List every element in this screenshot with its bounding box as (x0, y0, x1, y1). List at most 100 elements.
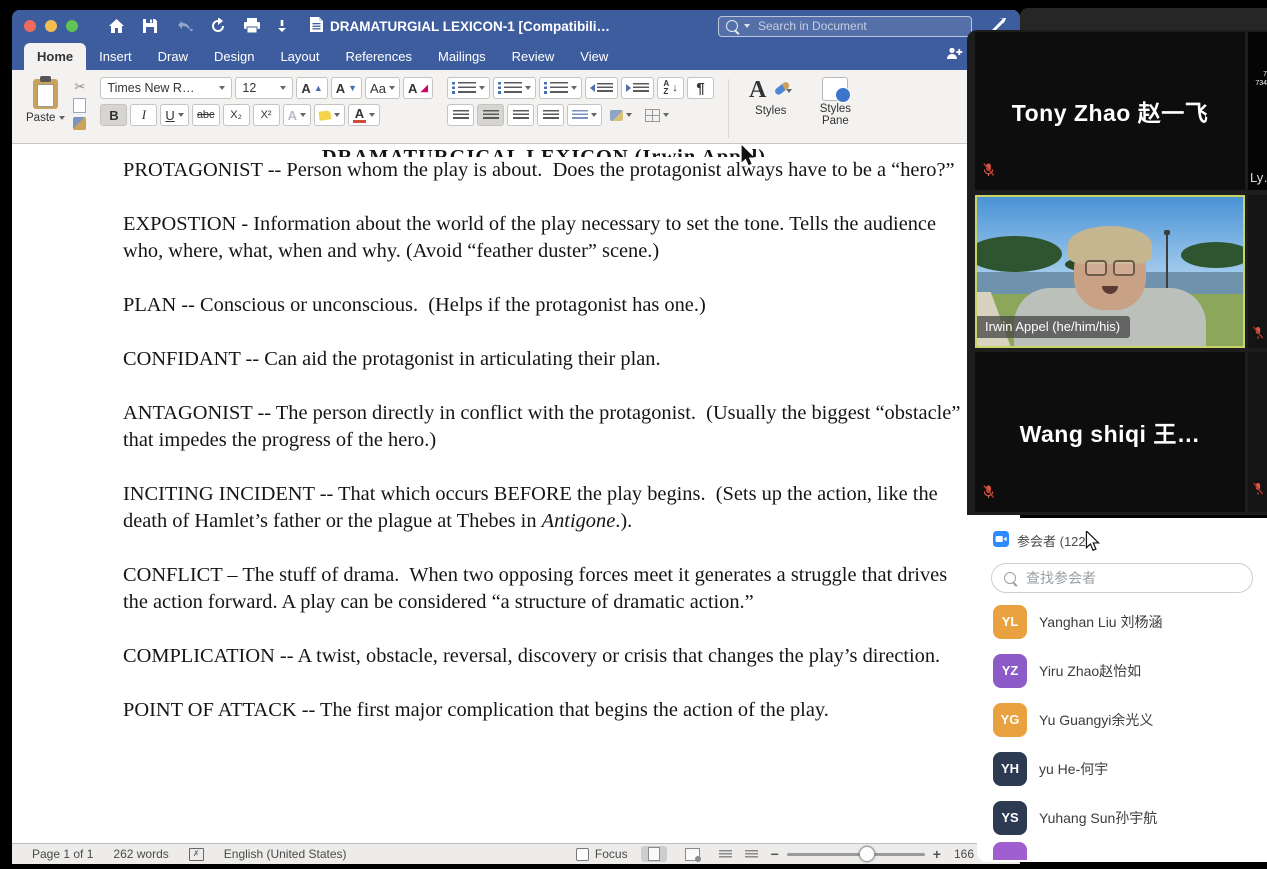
home-icon[interactable] (108, 18, 125, 34)
shading-button[interactable] (605, 104, 637, 126)
focus-button[interactable]: Focus (575, 847, 628, 861)
borders-button[interactable] (640, 104, 674, 126)
draft-view-icon[interactable] (744, 849, 758, 859)
ribbon-tab[interactable]: Review (499, 43, 568, 70)
bullets-button[interactable] (447, 77, 491, 99)
participants-panel: 参会者 (122) YL Yanghan Liu 刘杨涵 YZ Yiru Zha… (977, 518, 1267, 862)
web-layout-view-button[interactable] (680, 846, 706, 862)
highlight-button[interactable] (313, 104, 345, 126)
grow-font-button[interactable]: A ▲ (296, 77, 328, 99)
participants-header: 参会者 (122) (977, 518, 1267, 554)
word-count[interactable]: 262 words (113, 847, 168, 861)
video-tile-tony[interactable]: Tony Zhao 赵一飞 (975, 32, 1245, 190)
cut-icon[interactable]: ✂ (74, 80, 85, 94)
fullscreen-button[interactable] (66, 20, 78, 32)
strikethrough-button[interactable]: abc (191, 104, 220, 126)
ribbon-tab[interactable]: Design (201, 43, 267, 70)
ribbon-tab[interactable]: Draw (145, 43, 201, 70)
search-input[interactable] (756, 18, 964, 34)
participant-list: YL Yanghan Liu 刘杨涵 YZ Yiru Zhao赵怡如 YG Yu… (977, 597, 1267, 842)
participant-row[interactable]: YZ Yiru Zhao赵怡如 (977, 646, 1267, 695)
numbering-button[interactable] (493, 77, 537, 99)
underline-button[interactable]: U (160, 104, 189, 126)
avatar: YS (993, 800, 1027, 835)
document-paragraph: EXPOSTION - Information about the world … (123, 213, 937, 262)
italic-button[interactable]: I (130, 104, 158, 126)
redo-icon[interactable] (210, 18, 226, 34)
print-icon[interactable] (243, 18, 261, 34)
justify-button[interactable] (537, 104, 565, 126)
zoom-percentage[interactable]: 166 (954, 847, 974, 861)
decrease-indent-button[interactable] (585, 77, 619, 99)
ribbon-tab[interactable]: Layout (267, 43, 332, 70)
clear-formatting-button[interactable]: A ◢ (402, 77, 434, 99)
paste-button[interactable]: Paste (26, 76, 66, 140)
video-tile-wang[interactable]: Wang shiqi 王… (975, 352, 1245, 512)
save-icon[interactable] (142, 18, 158, 34)
align-center-button[interactable] (477, 104, 505, 126)
show-paragraph-marks-button[interactable]: ¶ (687, 77, 715, 99)
participant-row[interactable]: YL Yanghan Liu 刘杨涵 (977, 597, 1267, 646)
outline-view-icon[interactable] (718, 849, 732, 859)
participant-search-input[interactable] (1024, 569, 1240, 587)
language-indicator[interactable]: English (United States) (224, 847, 347, 861)
participant-name: Yu Guangyi余光义 (1039, 711, 1154, 728)
line-spacing-button[interactable] (567, 104, 603, 126)
focus-icon (575, 847, 589, 861)
styles-pane-button[interactable]: Styles Pane (808, 77, 862, 140)
styles-pane-icon (822, 77, 852, 103)
document-title: DRAMATURGIAL LEXICON-1 [Compatibili… (310, 17, 610, 35)
text-effects-button[interactable]: A (282, 104, 311, 126)
multilevel-list-button[interactable] (539, 77, 583, 99)
increase-indent-button[interactable] (621, 77, 655, 99)
clipped-bottom-line: POINT OF ATTACK -- The first major compl… (123, 699, 829, 721)
avatar: YH (993, 751, 1027, 786)
participant-name-label: Irwin Appel (he/him/his) (977, 316, 1131, 338)
spellcheck-icon[interactable]: ✗ (188, 847, 204, 861)
sort-button[interactable]: A Z ↓ (657, 77, 685, 99)
clipboard-group: Paste ✂ (26, 76, 91, 140)
document-search[interactable] (718, 15, 972, 37)
shrink-font-button[interactable]: A ▼ (330, 77, 363, 99)
format-painter-icon[interactable] (73, 117, 87, 130)
align-left-button[interactable] (447, 104, 475, 126)
superscript-button[interactable]: X² (252, 104, 280, 126)
ribbon-tab[interactable]: View (567, 43, 621, 70)
participant-row[interactable]: YS Yuhang Sun孙宇航 (977, 793, 1267, 842)
camera-icon (993, 531, 1009, 550)
undo-icon[interactable] (175, 19, 193, 34)
minimize-button[interactable] (45, 20, 57, 32)
copy-icon[interactable] (73, 95, 91, 113)
ribbon-tab[interactable]: References (333, 43, 425, 70)
zoom-slider-thumb[interactable] (858, 846, 875, 862)
font-color-button[interactable]: A (347, 104, 380, 126)
font-size-select[interactable]: 12 (235, 77, 294, 99)
zoom-out-icon[interactable]: − (771, 847, 779, 861)
bold-button[interactable]: B (100, 104, 128, 126)
ribbon-tab[interactable]: Mailings (425, 43, 499, 70)
print-layout-view-button[interactable] (640, 846, 667, 862)
subscript-button[interactable]: X₂ (222, 104, 250, 126)
zoom-in-icon[interactable]: + (933, 847, 941, 861)
align-right-button[interactable] (507, 104, 535, 126)
video-tile-irwin[interactable]: Irwin Appel (he/him/his) (975, 195, 1245, 348)
zoom-slider[interactable]: − + (771, 846, 941, 862)
document-paragraph: INCITING INCIDENT -- That which occurs B… (123, 483, 938, 532)
styles-button[interactable]: A Styles (743, 77, 798, 140)
toolbar-options-icon[interactable] (278, 20, 286, 32)
participant-row[interactable]: YG Yu Guangyi余光义 (977, 695, 1267, 744)
close-button[interactable] (24, 20, 36, 32)
clipped-heading: DRAMATURGICAL LEXICON (Irwin Appel) (321, 146, 767, 157)
document-page[interactable]: DRAMATURGICAL LEXICON (Irwin Appel) PROT… (12, 144, 1020, 845)
participant-search[interactable] (991, 563, 1253, 593)
video-tile-partial[interactable] (1248, 32, 1267, 190)
paste-icon (33, 76, 59, 109)
change-case-button[interactable]: Aa (365, 77, 400, 99)
font-name-select[interactable]: Times New R… (100, 77, 233, 99)
page-indicator[interactable]: Page 1 of 1 (32, 847, 93, 861)
ribbon-tab[interactable]: Home (24, 43, 87, 70)
avatar: YG (993, 702, 1027, 737)
participant-row[interactable]: YH yu He-何宇 (977, 744, 1267, 793)
ribbon-tab[interactable]: Insert (86, 43, 145, 70)
avatar: YL (993, 604, 1027, 639)
